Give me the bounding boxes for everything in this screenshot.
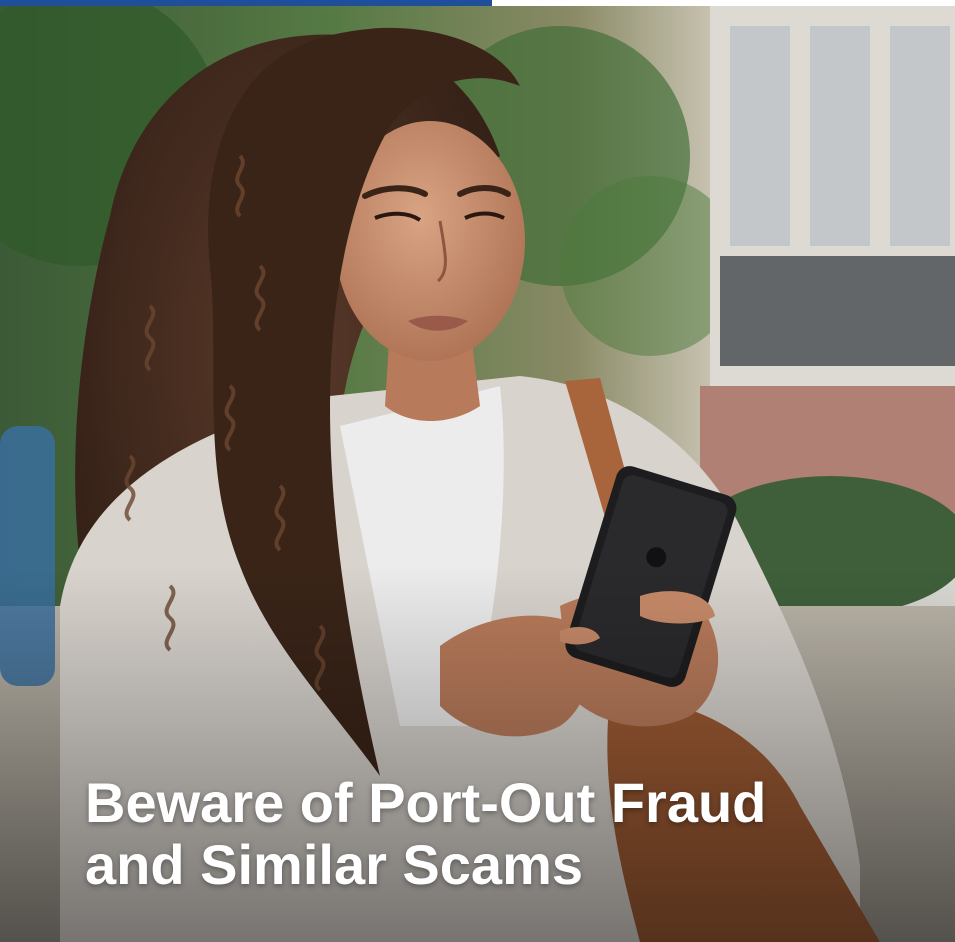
headline-line-1: Beware of Port-Out Fraud — [85, 771, 767, 834]
article-hero-card[interactable]: Beware of Port-Out Fraud and Similar Sca… — [0, 0, 955, 942]
article-headline[interactable]: Beware of Port-Out Fraud and Similar Sca… — [85, 772, 925, 896]
headline-line-2: and Similar Scams — [85, 833, 584, 896]
progress-bar — [0, 0, 955, 6]
progress-bar-fill — [0, 0, 492, 6]
